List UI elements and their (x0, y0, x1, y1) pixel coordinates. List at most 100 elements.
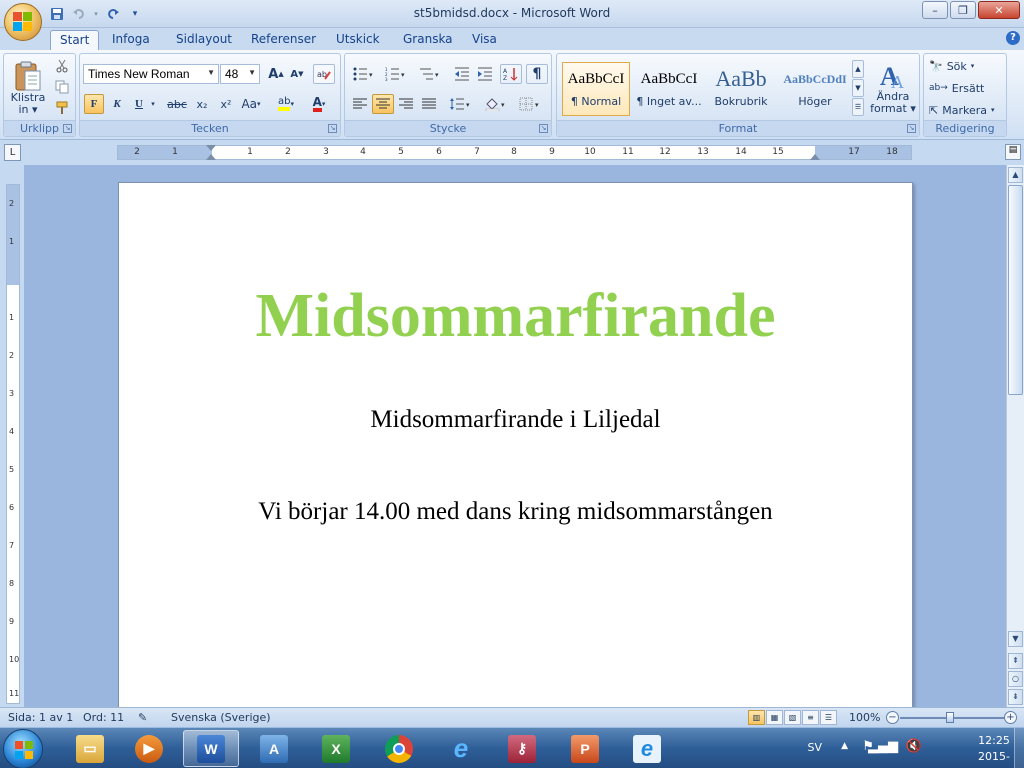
office-button[interactable] (4, 3, 42, 41)
full-screen-reading-icon[interactable]: ▦ (766, 710, 783, 725)
underline-dropdown-icon[interactable]: ▾ (148, 94, 158, 114)
tab-selector-button[interactable]: L (4, 144, 21, 161)
network-icon[interactable]: ▂▄▆ (868, 739, 898, 754)
taskbar-word[interactable]: W (183, 730, 239, 767)
replace-button[interactable]: ab→ Ersätt (928, 79, 1002, 97)
document-area[interactable]: Midsommarfirande Midsommarfirande i Lilj… (24, 165, 1006, 707)
taskbar-excel[interactable]: X (308, 730, 364, 767)
show-desktop-button[interactable] (1014, 728, 1024, 768)
zoom-out-icon[interactable]: − (886, 711, 899, 724)
shading-icon[interactable]: ▾ (481, 94, 511, 114)
align-left-icon[interactable] (349, 94, 371, 114)
paste-button[interactable]: Klistra in ▾ (7, 56, 49, 120)
clock[interactable]: 12:25 2015-01-13 (978, 733, 1010, 768)
font-size-combo[interactable]: 48 ▼ (220, 64, 260, 84)
volume-muted-icon[interactable]: 🔇 (906, 739, 922, 754)
right-indent-marker[interactable] (810, 154, 820, 160)
first-line-indent-marker[interactable] (206, 145, 216, 151)
tab-referenser[interactable]: Referenser (242, 30, 325, 50)
sort-icon[interactable]: AZ (500, 64, 522, 84)
cut-icon[interactable] (52, 57, 72, 75)
proofing-icon[interactable]: ✎ (138, 711, 147, 724)
copy-icon[interactable] (52, 78, 72, 96)
font-color-button[interactable]: A ▾ (304, 94, 334, 114)
styles-more-icon[interactable]: ☰ (852, 98, 864, 116)
borders-icon[interactable]: ▾ (515, 94, 545, 114)
justify-icon[interactable] (418, 94, 440, 114)
decrease-indent-icon[interactable] (451, 64, 473, 84)
paragraph-launcher-icon[interactable]: ↘ (539, 124, 548, 133)
clear-formatting-icon[interactable]: ab (313, 64, 335, 84)
styles-launcher-icon[interactable]: ↘ (907, 124, 916, 133)
clipboard-launcher-icon[interactable]: ↘ (63, 124, 72, 133)
numbering-icon[interactable]: 1 2 3 ▾ (381, 64, 411, 84)
tab-visa[interactable]: Visa (463, 30, 506, 50)
highlight-button[interactable]: ab ▾ (272, 94, 300, 114)
font-name-combo[interactable]: Times New Roman ▼ (83, 64, 219, 84)
document-heading[interactable]: Midsommarfirande (119, 281, 912, 352)
horizontal-ruler[interactable]: 2 1 1 2 3 4 5 6 7 8 9 10 11 12 13 14 15 … (117, 145, 912, 160)
scroll-up-icon[interactable]: ▲ (1008, 167, 1023, 183)
line-spacing-icon[interactable]: ▾ (445, 94, 475, 114)
style-normal[interactable]: AaBbCcI ¶ Normal (562, 62, 630, 116)
outline-view-icon[interactable]: ≡ (802, 710, 819, 725)
zoom-in-icon[interactable]: + (1004, 711, 1017, 724)
shrink-font-button[interactable]: A ▼ (287, 64, 307, 84)
help-icon[interactable]: ? (1006, 31, 1020, 45)
hanging-indent-marker[interactable] (206, 154, 216, 160)
subscript-button[interactable]: x₂ (191, 94, 213, 114)
style-no-spacing[interactable]: AaBbCcI ¶ Inget av... (635, 62, 703, 116)
italic-button[interactable]: K (107, 94, 127, 114)
previous-page-icon[interactable]: ⇞ (1008, 653, 1023, 669)
maximize-button[interactable]: ❐ (950, 1, 976, 19)
taskbar-internet-explorer-2[interactable]: e (619, 730, 675, 767)
scrollbar-thumb[interactable] (1008, 185, 1023, 395)
align-right-icon[interactable] (395, 94, 417, 114)
styles-scroll-down-icon[interactable]: ▼ (852, 79, 864, 97)
taskbar-powerpoint[interactable]: P (557, 730, 613, 767)
page-count-status[interactable]: Sida: 1 av 1 (8, 711, 73, 724)
taskbar-access[interactable]: ⚷ (494, 730, 550, 767)
tab-start[interactable]: Start (50, 30, 100, 50)
scroll-down-icon[interactable]: ▼ (1008, 631, 1023, 647)
taskbar-chrome[interactable] (371, 730, 427, 767)
document-body-line[interactable]: Vi börjar 14.00 med dans kring midsommar… (119, 498, 912, 526)
web-layout-icon[interactable]: ▧ (784, 710, 801, 725)
document-page[interactable]: Midsommarfirande Midsommarfirande i Lilj… (118, 182, 913, 707)
superscript-button[interactable]: x² (215, 94, 237, 114)
style-right[interactable]: AaBbCcDdI Höger (779, 62, 851, 116)
vertical-ruler[interactable]: 2 1 1 2 3 4 5 6 7 8 9 10 11 (6, 184, 20, 704)
show-hidden-icons-icon[interactable]: ▲ (841, 741, 848, 751)
tab-granska[interactable]: Granska (394, 30, 462, 50)
zoom-level[interactable]: 100% (849, 711, 880, 724)
style-book-title[interactable]: AaBb Bokrubrik (707, 62, 775, 116)
document-subheading[interactable]: Midsommarfirande i Liljedal (119, 406, 912, 434)
tab-infoga[interactable]: Infoga (103, 30, 159, 50)
draft-view-icon[interactable]: ☰ (820, 710, 837, 725)
change-case-button[interactable]: Aa ▾ (238, 94, 264, 114)
taskbar-media-player[interactable]: ▶ (121, 730, 177, 767)
next-page-icon[interactable]: ⇟ (1008, 689, 1023, 705)
increase-indent-icon[interactable] (474, 64, 496, 84)
tab-utskick[interactable]: Utskick (327, 30, 389, 50)
vertical-scrollbar[interactable]: ▲ ▼ ⇞ ○ ⇟ (1006, 165, 1024, 707)
font-launcher-icon[interactable]: ↘ (328, 124, 337, 133)
underline-button[interactable]: U (130, 94, 148, 114)
taskbar-explorer[interactable]: ▭ (62, 730, 118, 767)
zoom-slider-thumb[interactable] (946, 712, 954, 723)
minimize-button[interactable]: – (922, 1, 948, 19)
show-formatting-marks-button[interactable]: ¶ (526, 64, 548, 84)
view-ruler-icon[interactable]: ▤ (1005, 144, 1021, 160)
multilevel-list-icon[interactable]: ▾ (415, 64, 445, 84)
taskbar-publisher[interactable]: A (246, 730, 302, 767)
strikethrough-button[interactable]: abc (164, 94, 190, 114)
find-button[interactable]: 🔭 Sök ▾ (928, 57, 1002, 75)
word-count-status[interactable]: Ord: 11 (83, 711, 124, 724)
start-button[interactable] (3, 729, 43, 768)
bold-button[interactable]: F (84, 94, 104, 114)
format-painter-icon[interactable] (52, 99, 72, 117)
browse-object-icon[interactable]: ○ (1008, 671, 1023, 687)
language-status[interactable]: Svenska (Sverige) (171, 711, 271, 724)
close-button[interactable]: ✕ (978, 1, 1020, 19)
change-styles-button[interactable]: AA Ändra format ▾ (868, 57, 918, 119)
